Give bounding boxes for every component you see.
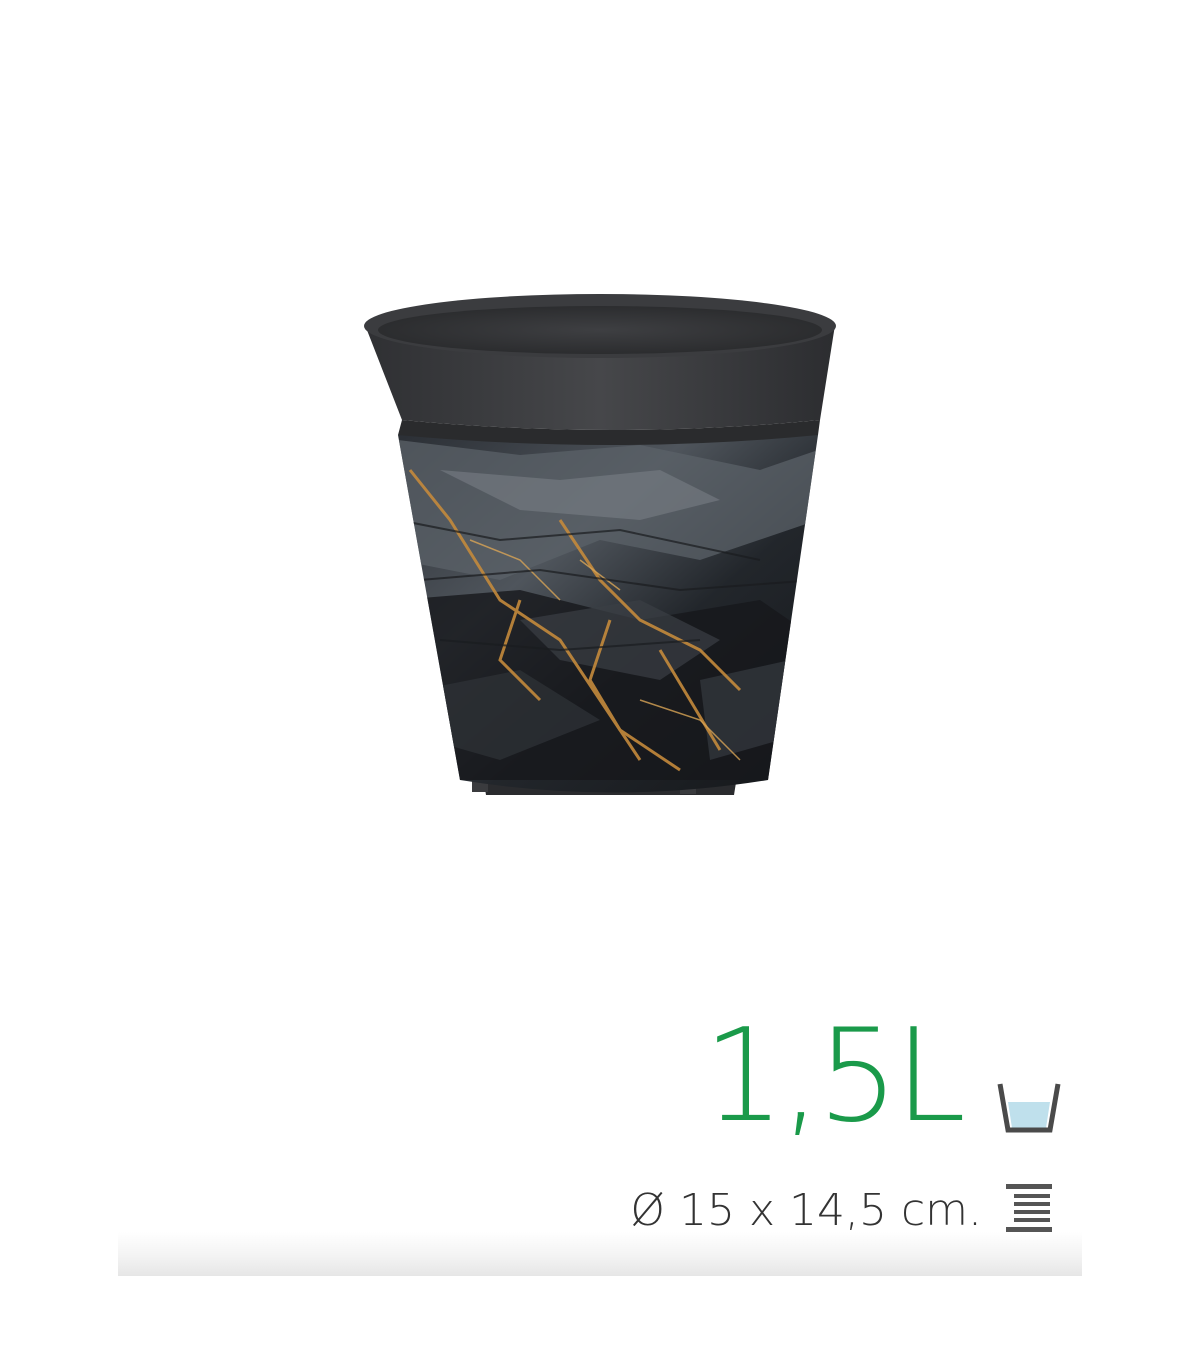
cup-icon: [997, 1083, 1061, 1133]
capacity-row: 1,5L: [700, 1000, 1080, 1151]
flower-pot-image: [364, 294, 836, 795]
stone-texture: [398, 440, 818, 780]
height-icon: [1006, 1184, 1052, 1232]
dimensions-row: Ø 15 x 14,5 cm.: [600, 1170, 1080, 1250]
dimensions-label: Ø 15 x 14,5 cm.: [630, 1185, 982, 1236]
capacity-label: 1,5L: [703, 1002, 966, 1151]
